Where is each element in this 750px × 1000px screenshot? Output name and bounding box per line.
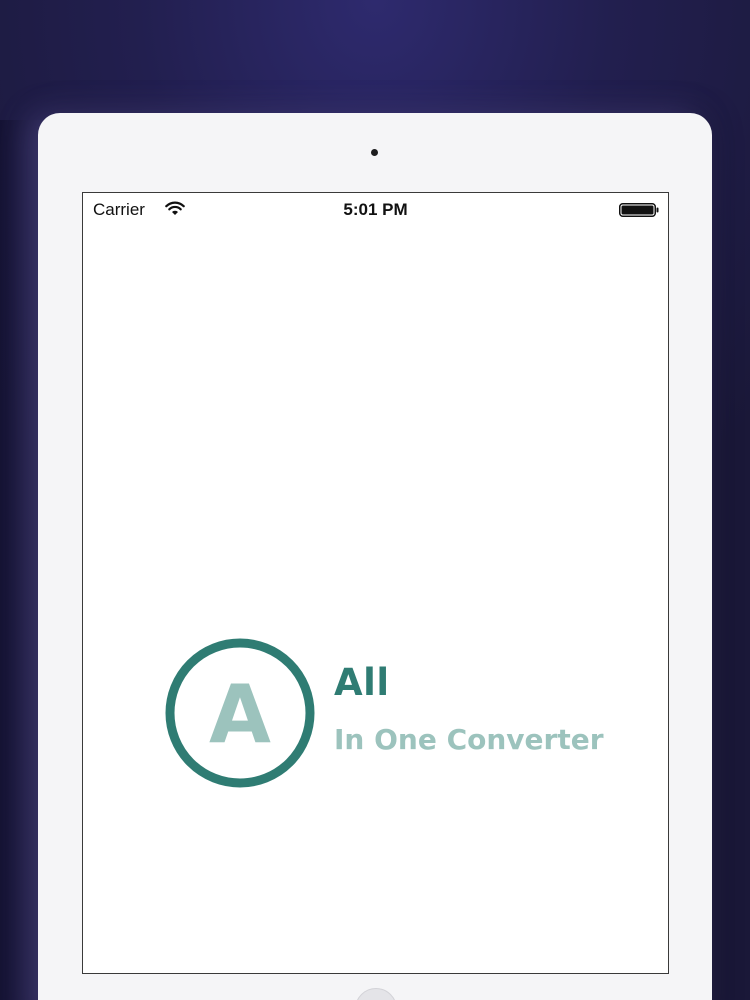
home-button[interactable]: [355, 988, 397, 1000]
status-bar: Carrier 5:01 PM: [83, 193, 668, 227]
app-name-title: All: [334, 661, 390, 704]
status-time: 5:01 PM: [343, 200, 408, 219]
app-name-subtitle: In One Converter: [334, 723, 604, 756]
app-logo-icon: A: [165, 638, 315, 788]
logo-letter: A: [209, 668, 271, 761]
app-screen: Carrier 5:01 PM A All In One Converter: [82, 192, 669, 974]
battery-full-icon: [619, 203, 659, 217]
front-camera: [371, 149, 378, 156]
